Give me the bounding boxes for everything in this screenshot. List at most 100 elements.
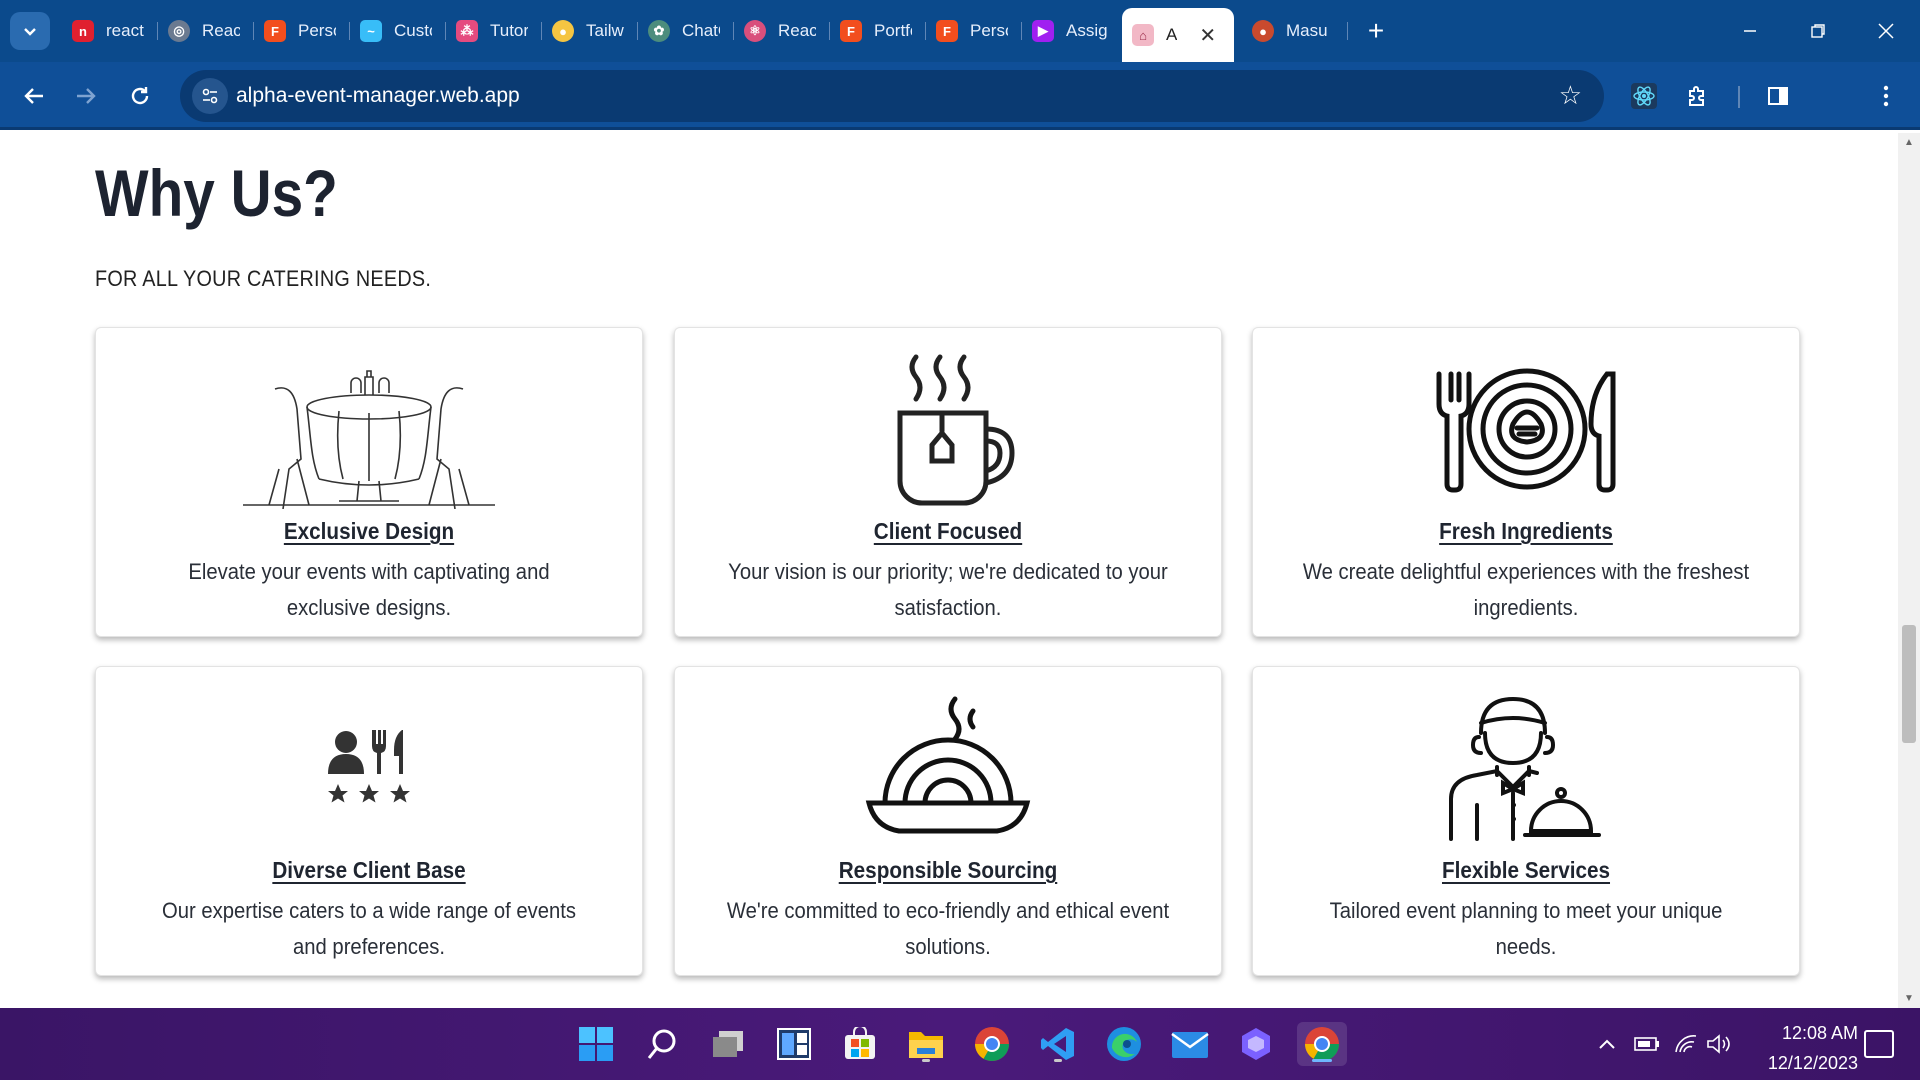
task-view-button[interactable] <box>706 1022 750 1066</box>
feature-description: Your vision is our priority; we're dedic… <box>728 559 1168 620</box>
site-info-button[interactable] <box>192 78 228 114</box>
tab[interactable]: ✿ ChatG <box>638 8 734 54</box>
tab[interactable]: ▶ Assig <box>1022 8 1122 54</box>
tab-search-button[interactable] <box>10 12 50 50</box>
tab-favicon-icon: ▶ <box>1032 20 1054 42</box>
vscode-button[interactable] <box>1036 1022 1080 1066</box>
widgets-button[interactable] <box>772 1022 816 1066</box>
tab[interactable]: ⚛ React <box>734 8 830 54</box>
feature-title[interactable]: Flexible Services <box>1280 857 1771 884</box>
volume-icon[interactable] <box>1706 1008 1732 1080</box>
tab[interactable]: ◎ React <box>158 8 254 54</box>
new-tab-button[interactable]: + <box>1356 11 1396 51</box>
feature-card: Responsible Sourcing We're committed to … <box>674 666 1222 976</box>
tab-label: Custo <box>394 21 432 40</box>
tab-label: Tutori <box>490 21 528 40</box>
tab[interactable]: F Portfo <box>830 8 926 54</box>
bookmark-star-icon[interactable]: ☆ <box>1559 80 1582 111</box>
taskbar-clock[interactable]: 12:08 AM 12/12/2023 <box>1738 1018 1858 1078</box>
clock-date: 12/12/2023 <box>1767 1053 1858 1073</box>
waiter-cloche-icon <box>1449 696 1601 841</box>
tab-active[interactable]: ⌂ A ✕ <box>1122 8 1234 62</box>
page-scrollbar[interactable]: ▲ ▼ <box>1898 133 1920 1008</box>
mail-button[interactable] <box>1168 1022 1212 1066</box>
url-text[interactable]: alpha-event-manager.web.app <box>236 84 520 108</box>
windows-start-icon <box>579 1027 613 1061</box>
feature-description: Elevate your events with captivating and… <box>188 559 550 620</box>
chrome-button[interactable] <box>970 1022 1014 1066</box>
tab[interactable]: ● Tailwi <box>542 8 638 54</box>
noodle-bowl-icon <box>865 696 1031 834</box>
tab-favicon-icon: ⚛ <box>744 20 766 42</box>
feature-description: We're committed to eco-friendly and ethi… <box>726 898 1170 959</box>
chrome-active-icon <box>1305 1027 1339 1061</box>
chrome-active-button[interactable] <box>1297 1022 1347 1066</box>
close-icon <box>1878 23 1894 39</box>
clock-time: 12:08 AM <box>1781 1023 1858 1043</box>
battery-icon[interactable] <box>1634 1008 1660 1080</box>
close-tab-icon[interactable]: ✕ <box>1199 23 1216 48</box>
feature-title[interactable]: Client Focused <box>702 518 1193 545</box>
feature-description: We create delightful experiences with th… <box>1302 559 1750 620</box>
taskbar-search-button[interactable] <box>640 1022 684 1066</box>
tab[interactable]: ⁂ Tutori <box>446 8 542 54</box>
forward-button[interactable] <box>66 76 106 116</box>
side-panel-icon[interactable] <box>1758 76 1798 116</box>
copilot-icon <box>1242 1028 1270 1060</box>
arrow-left-icon <box>24 88 43 104</box>
tab-favicon-icon: ◎ <box>168 20 190 42</box>
feature-title[interactable]: Exclusive Design <box>123 518 614 545</box>
extensions-puzzle-icon[interactable] <box>1678 76 1718 116</box>
tray-overflow-icon[interactable] <box>1598 1008 1616 1080</box>
mail-icon <box>1171 1032 1209 1058</box>
reload-button[interactable] <box>120 76 160 116</box>
minimize-icon <box>1744 30 1756 32</box>
chrome-icon <box>975 1027 1009 1061</box>
tab-label: Perso <box>298 21 336 40</box>
scroll-down-arrow-icon[interactable]: ▼ <box>1904 993 1914 1004</box>
section-title: Why Us? <box>95 156 338 230</box>
back-button[interactable] <box>14 76 54 116</box>
feature-title[interactable]: Diverse Client Base <box>123 857 614 884</box>
address-bar[interactable]: alpha-event-manager.web.app ☆ <box>180 70 1604 122</box>
tab[interactable]: n react- <box>62 8 158 54</box>
coffee-mug-icon <box>897 354 1015 506</box>
edge-button[interactable] <box>1102 1022 1146 1066</box>
feature-title[interactable]: Fresh Ingredients <box>1280 518 1771 545</box>
react-devtools-extension-icon[interactable] <box>1624 76 1664 116</box>
close-window-button[interactable] <box>1852 0 1920 62</box>
more-menu-icon[interactable] <box>1866 76 1906 116</box>
tab-favicon-icon: ● <box>552 20 574 42</box>
store-button[interactable] <box>838 1022 882 1066</box>
arrow-right-icon <box>77 88 96 104</box>
diverse-clients-icon <box>328 730 410 803</box>
tab[interactable]: ● Masu <box>1242 8 1348 54</box>
feature-description: Tailored event planning to meet your uni… <box>1329 898 1723 959</box>
scroll-up-arrow-icon[interactable]: ▲ <box>1904 137 1914 148</box>
tab-favicon-icon: F <box>840 20 862 42</box>
tab[interactable]: ~ Custo <box>350 8 446 54</box>
scrollbar-thumb[interactable] <box>1902 625 1916 743</box>
start-button[interactable] <box>574 1022 618 1066</box>
tab-label: React <box>202 21 240 40</box>
feature-title[interactable]: Responsible Sourcing <box>702 857 1193 884</box>
minimize-button[interactable] <box>1716 0 1784 62</box>
wifi-icon[interactable] <box>1674 1008 1698 1080</box>
copilot-button[interactable] <box>1234 1022 1278 1066</box>
tab-favicon-icon: ✿ <box>648 20 670 42</box>
tab[interactable]: F Perso <box>254 8 350 54</box>
tab-favicon-icon: ~ <box>360 20 382 42</box>
task-view-icon <box>713 1031 743 1057</box>
tab[interactable]: F Perso <box>926 8 1022 54</box>
vscode-icon <box>1041 1028 1074 1060</box>
tab-label: Masu <box>1286 21 1328 40</box>
section-subtitle: FOR ALL YOUR CATERING NEEDS. <box>95 266 432 291</box>
dining-table-icon <box>243 370 495 509</box>
restore-button[interactable] <box>1784 0 1852 62</box>
tab-label: Assig <box>1066 21 1108 40</box>
notification-center-icon[interactable] <box>1864 1030 1894 1058</box>
tab-favicon-icon: F <box>936 20 958 42</box>
reload-icon <box>131 87 149 105</box>
feature-card: Diverse Client Base Our expertise caters… <box>95 666 643 976</box>
file-explorer-button[interactable] <box>904 1022 948 1066</box>
